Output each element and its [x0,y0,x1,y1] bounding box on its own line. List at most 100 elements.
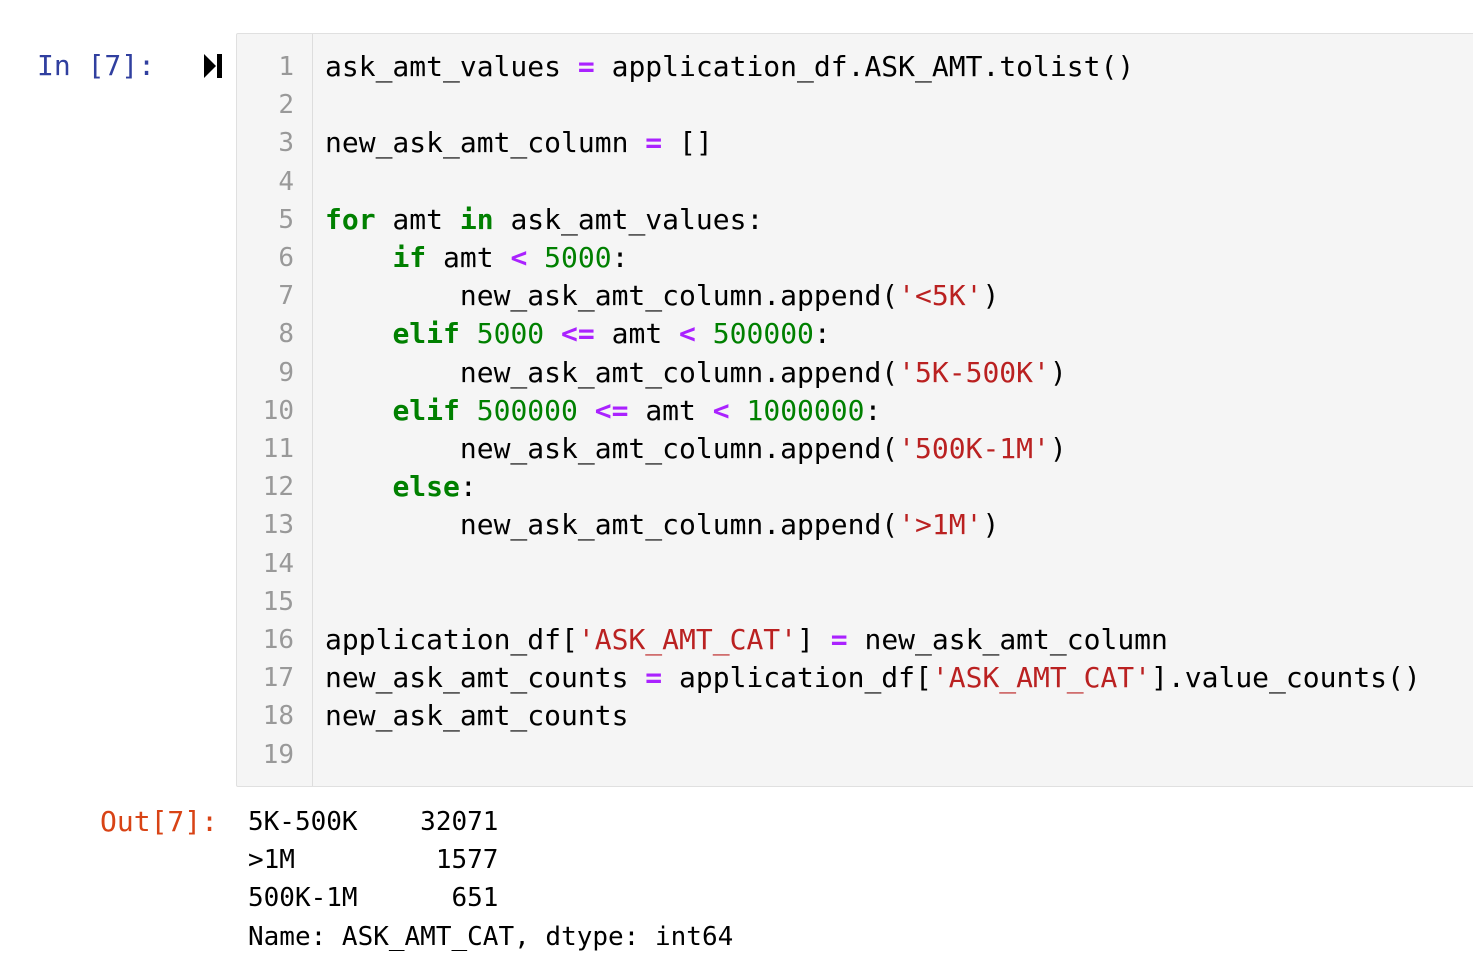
code-line[interactable]: new_ask_amt_column.append('<5K') [325,277,999,315]
code-token: ) [1049,355,1067,389]
line-number: 5 [278,204,294,235]
code-token: : [813,317,831,351]
line-number-gutter: 1 2 3 4 5 6 7 8 9 10 11 12 13 14 15 16 17 18 19 [237,34,313,786]
code-line[interactable]: if amt < 5000: [325,239,628,277]
code-line[interactable]: new_ask_amt_column.append('5K-500K') [325,354,1067,392]
code-line[interactable]: new_ask_amt_column.append('>1M') [325,506,999,544]
code-token: '5K-500K' [898,355,1050,389]
code-token: 5000 [476,317,545,351]
code-token: < [510,241,528,274]
code-token: ) [982,279,1000,313]
code-token: elif [392,393,460,427]
line-number: 15 [262,586,294,617]
line-number: 7 [278,281,294,312]
code-token: application_df[ [325,623,578,656]
code-token: <= [594,393,629,427]
code-editor[interactable]: 1 2 3 4 5 6 7 8 9 10 11 12 13 14 15 16 17 18 19 ask_amt_va… [236,33,1473,787]
code-token: ].value_counts() [1151,661,1421,695]
code-token: ask_amt_values: [493,202,764,236]
code-line[interactable]: for amt in ask_amt_values: [325,201,763,239]
code-line[interactable]: elif 500000 <= amt < 1000000: [325,392,881,430]
code-line[interactable]: new_ask_amt_counts [325,697,628,735]
code-token: : [611,241,629,274]
output-prompt: Out[7]: [100,805,219,838]
line-number: 6 [278,243,294,273]
code-token: ] [797,623,831,656]
code-token: in [459,202,494,236]
run-cell-icon [204,54,222,78]
code-token: 5000 [544,241,612,274]
code-token: = [645,661,663,695]
code-line[interactable]: else: [325,468,477,506]
input-prompt: In [7]: [37,49,156,82]
code-token: 500000 [712,317,814,351]
code-token: = [830,623,848,656]
code-token: = [645,126,663,160]
output-line: >1M 1577 [248,845,499,876]
line-number: 10 [262,395,294,426]
code-token: < [679,317,696,351]
code-token: : [459,470,477,504]
code-token: new_ask_amt_column.append( [325,508,899,542]
code-line[interactable]: new_ask_amt_column.append('500K-1M') [325,430,1067,468]
code-token: new_ask_amt_counts [325,699,629,733]
code-token: 500000 [476,393,578,427]
line-number: 19 [262,739,294,770]
line-number: 14 [262,548,294,579]
line-number: 8 [278,319,294,350]
code-token: new_ask_amt_column.append( [325,432,899,465]
code-token: new_ask_amt_column.append( [325,279,899,313]
code-token: new_ask_amt_column [847,623,1168,656]
code-token: < [712,393,730,427]
code-token: ask_amt_values [325,50,578,83]
code-token: application_df[ [662,661,932,695]
code-token: ) [1049,432,1067,465]
line-number: 11 [262,434,294,464]
line-number: 9 [278,357,294,388]
output-line: 500K-1M 651 [248,883,499,914]
code-token: 'ASK_AMT_CAT' [931,661,1152,695]
output-line: Name: ASK_AMT_CAT, dtype: int64 [248,921,734,952]
code-token: for [325,202,376,236]
line-number: 17 [262,663,294,694]
code-token: '500K-1M' [898,432,1050,465]
code-line[interactable]: new_ask_amt_counts = application_df['ASK… [325,659,1421,697]
code-token: '>1M' [898,508,983,542]
code-token: 1000000 [746,393,865,427]
code-token: application_df.ASK_AMT.tolist() [594,50,1135,83]
code-token: <= [561,317,595,351]
code-line[interactable]: application_df['ASK_AMT_CAT'] = new_ask_… [325,621,1168,659]
code-token: if [392,241,427,274]
code-token: new_ask_amt_counts [325,661,646,695]
code-line[interactable]: new_ask_amt_column = [] [325,124,713,162]
line-number: 16 [262,625,294,655]
code-token: : [864,393,882,427]
line-number: 2 [278,90,294,121]
line-number: 13 [262,510,294,541]
code-token: ) [982,508,1000,542]
line-number: 1 [278,52,294,82]
line-number: 18 [262,701,294,732]
code-line[interactable]: elif 5000 <= amt < 500000: [325,315,831,353]
code-token: amt [426,241,511,274]
code-token: amt [628,393,713,427]
line-number: 12 [262,472,294,503]
code-token: amt [375,202,460,236]
code-token: new_ask_amt_column [325,126,646,160]
code-token: new_ask_amt_column.append( [325,355,899,389]
code-line[interactable]: ask_amt_values = application_df.ASK_AMT.… [325,48,1134,86]
code-token: = [577,50,595,83]
run-cell-button[interactable] [201,51,225,81]
code-token: amt [594,317,680,351]
code-token: 'ASK_AMT_CAT' [577,623,798,656]
